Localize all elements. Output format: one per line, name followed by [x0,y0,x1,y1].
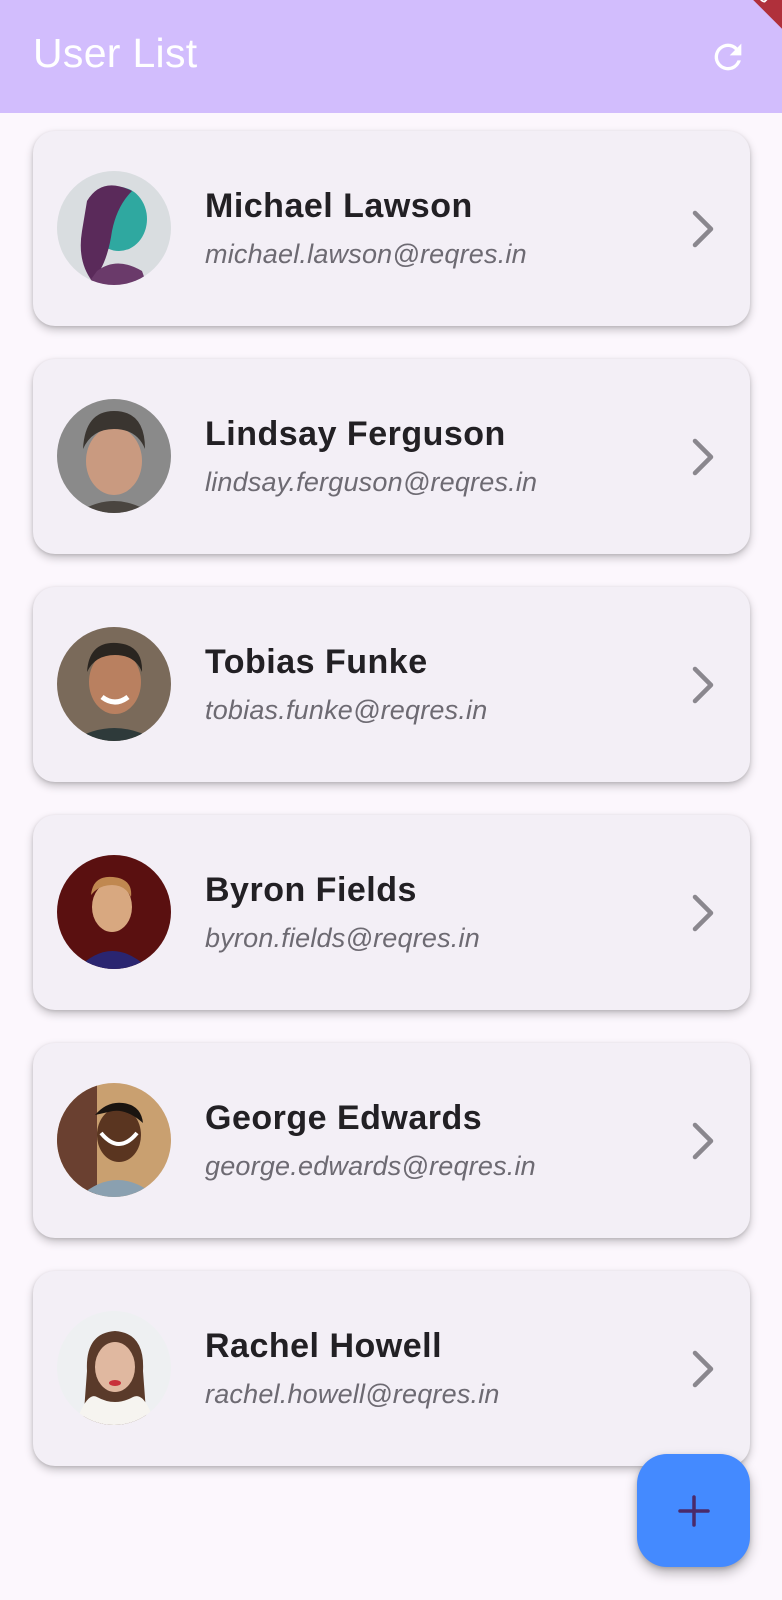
chevron-right-icon [692,1122,714,1160]
user-email: george.edwards@reqres.in [205,1151,536,1181]
user-card[interactable]: George Edwards george.edwards@reqres.in [33,1043,750,1238]
app-bar: User List DEBUG [0,0,782,113]
user-card[interactable]: Lindsay Ferguson lindsay.ferguson@reqres… [33,359,750,554]
avatar [57,627,171,741]
refresh-button[interactable] [707,36,749,78]
user-card[interactable]: Rachel Howell rachel.howell@reqres.in [33,1271,750,1466]
user-card[interactable]: Michael Lawson michael.lawson@reqres.in [33,131,750,326]
avatar [57,1311,171,1425]
chevron-right-icon [692,438,714,476]
user-name: Lindsay Ferguson [205,415,506,453]
refresh-icon [714,43,742,71]
add-user-button[interactable] [637,1454,750,1567]
chevron-right-icon [692,210,714,248]
page-title: User List [33,30,198,76]
avatar [57,171,171,285]
user-list: Michael Lawson michael.lawson@reqres.in … [33,131,750,1499]
user-email: rachel.howell@reqres.in [205,1379,500,1409]
user-card[interactable]: Tobias Funke tobias.funke@reqres.in [33,587,750,782]
plus-icon [677,1494,710,1527]
user-name: George Edwards [205,1099,483,1137]
user-name: Byron Fields [205,871,417,909]
user-email: michael.lawson@reqres.in [205,239,527,269]
user-email: lindsay.ferguson@reqres.in [205,467,538,497]
user-email: byron.fields@reqres.in [205,923,480,953]
user-card[interactable]: Byron Fields byron.fields@reqres.in [33,815,750,1010]
user-name: Rachel Howell [205,1327,443,1365]
avatar [57,855,171,969]
avatar [57,399,171,513]
user-email: tobias.funke@reqres.in [205,695,488,725]
chevron-right-icon [692,894,714,932]
user-name: Michael Lawson [205,187,473,225]
chevron-right-icon [692,1350,714,1388]
chevron-right-icon [692,666,714,704]
avatar [57,1083,171,1197]
user-name: Tobias Funke [205,643,428,681]
